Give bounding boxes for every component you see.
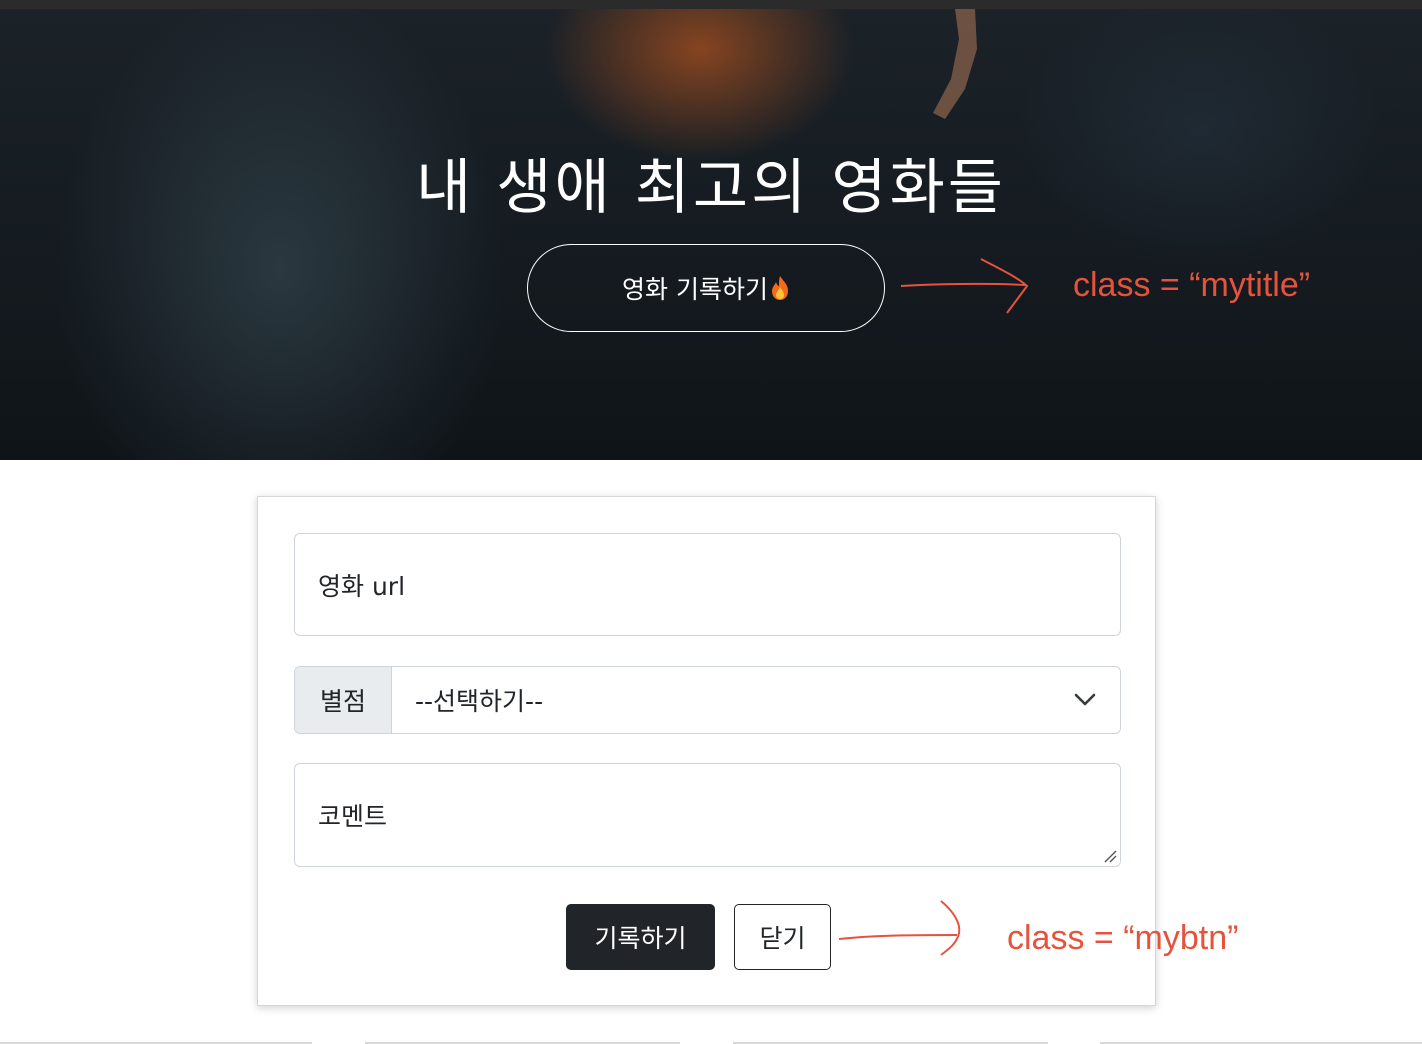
page-title: 내 생애 최고의 영화들 xyxy=(415,153,1007,223)
record-movie-button[interactable]: 영화 기록하기 xyxy=(527,244,885,332)
close-button[interactable]: 닫기 xyxy=(734,904,831,970)
hero-banner: 내 생애 최고의 영화들 영화 기록하기 xyxy=(0,9,1422,460)
save-button[interactable]: 기록하기 xyxy=(566,904,715,970)
fire-icon xyxy=(771,276,788,300)
resize-handle-icon[interactable] xyxy=(1103,849,1117,863)
chevron-down-icon xyxy=(1074,693,1096,706)
annotation-arrow-title xyxy=(900,258,1029,314)
comment-placeholder: 코멘트 xyxy=(318,802,388,831)
rating-select-group: 별점 --선택하기-- xyxy=(294,666,1121,734)
rating-label: 별점 xyxy=(295,667,392,733)
record-movie-button-label: 영화 기록하기 xyxy=(622,275,768,304)
rating-selected-value: --선택하기-- xyxy=(415,687,544,716)
hero-background-figure xyxy=(933,9,977,119)
annotation-label-title: class = “mytitle” xyxy=(1073,266,1311,304)
movie-url-input[interactable]: 영화 url xyxy=(294,533,1121,636)
annotation-label-button: class = “mybtn” xyxy=(1007,919,1239,957)
rating-select[interactable]: --선택하기-- xyxy=(392,667,1120,733)
annotation-arrow-button xyxy=(838,900,961,956)
movie-url-placeholder: 영화 url xyxy=(318,571,406,601)
comment-textarea[interactable]: 코멘트 xyxy=(294,763,1121,867)
